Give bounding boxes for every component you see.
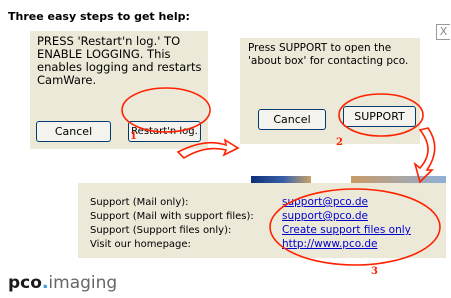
logo-brand: pco bbox=[8, 273, 42, 293]
step3-number: 3 bbox=[371, 266, 378, 277]
links-highlight-ellipse bbox=[269, 188, 441, 266]
support-highlight-ellipse bbox=[338, 93, 424, 137]
logo-sub: imaging bbox=[48, 273, 118, 293]
restart-highlight-ellipse bbox=[121, 87, 211, 133]
step2-number: 2 bbox=[336, 137, 343, 148]
pco-logo: pco.imaging bbox=[8, 273, 117, 293]
step1-number: 1 bbox=[130, 131, 137, 142]
annotation-overlay bbox=[121, 87, 441, 266]
arrow-1-to-2 bbox=[176, 138, 240, 160]
arrow-2-to-3 bbox=[413, 127, 436, 184]
